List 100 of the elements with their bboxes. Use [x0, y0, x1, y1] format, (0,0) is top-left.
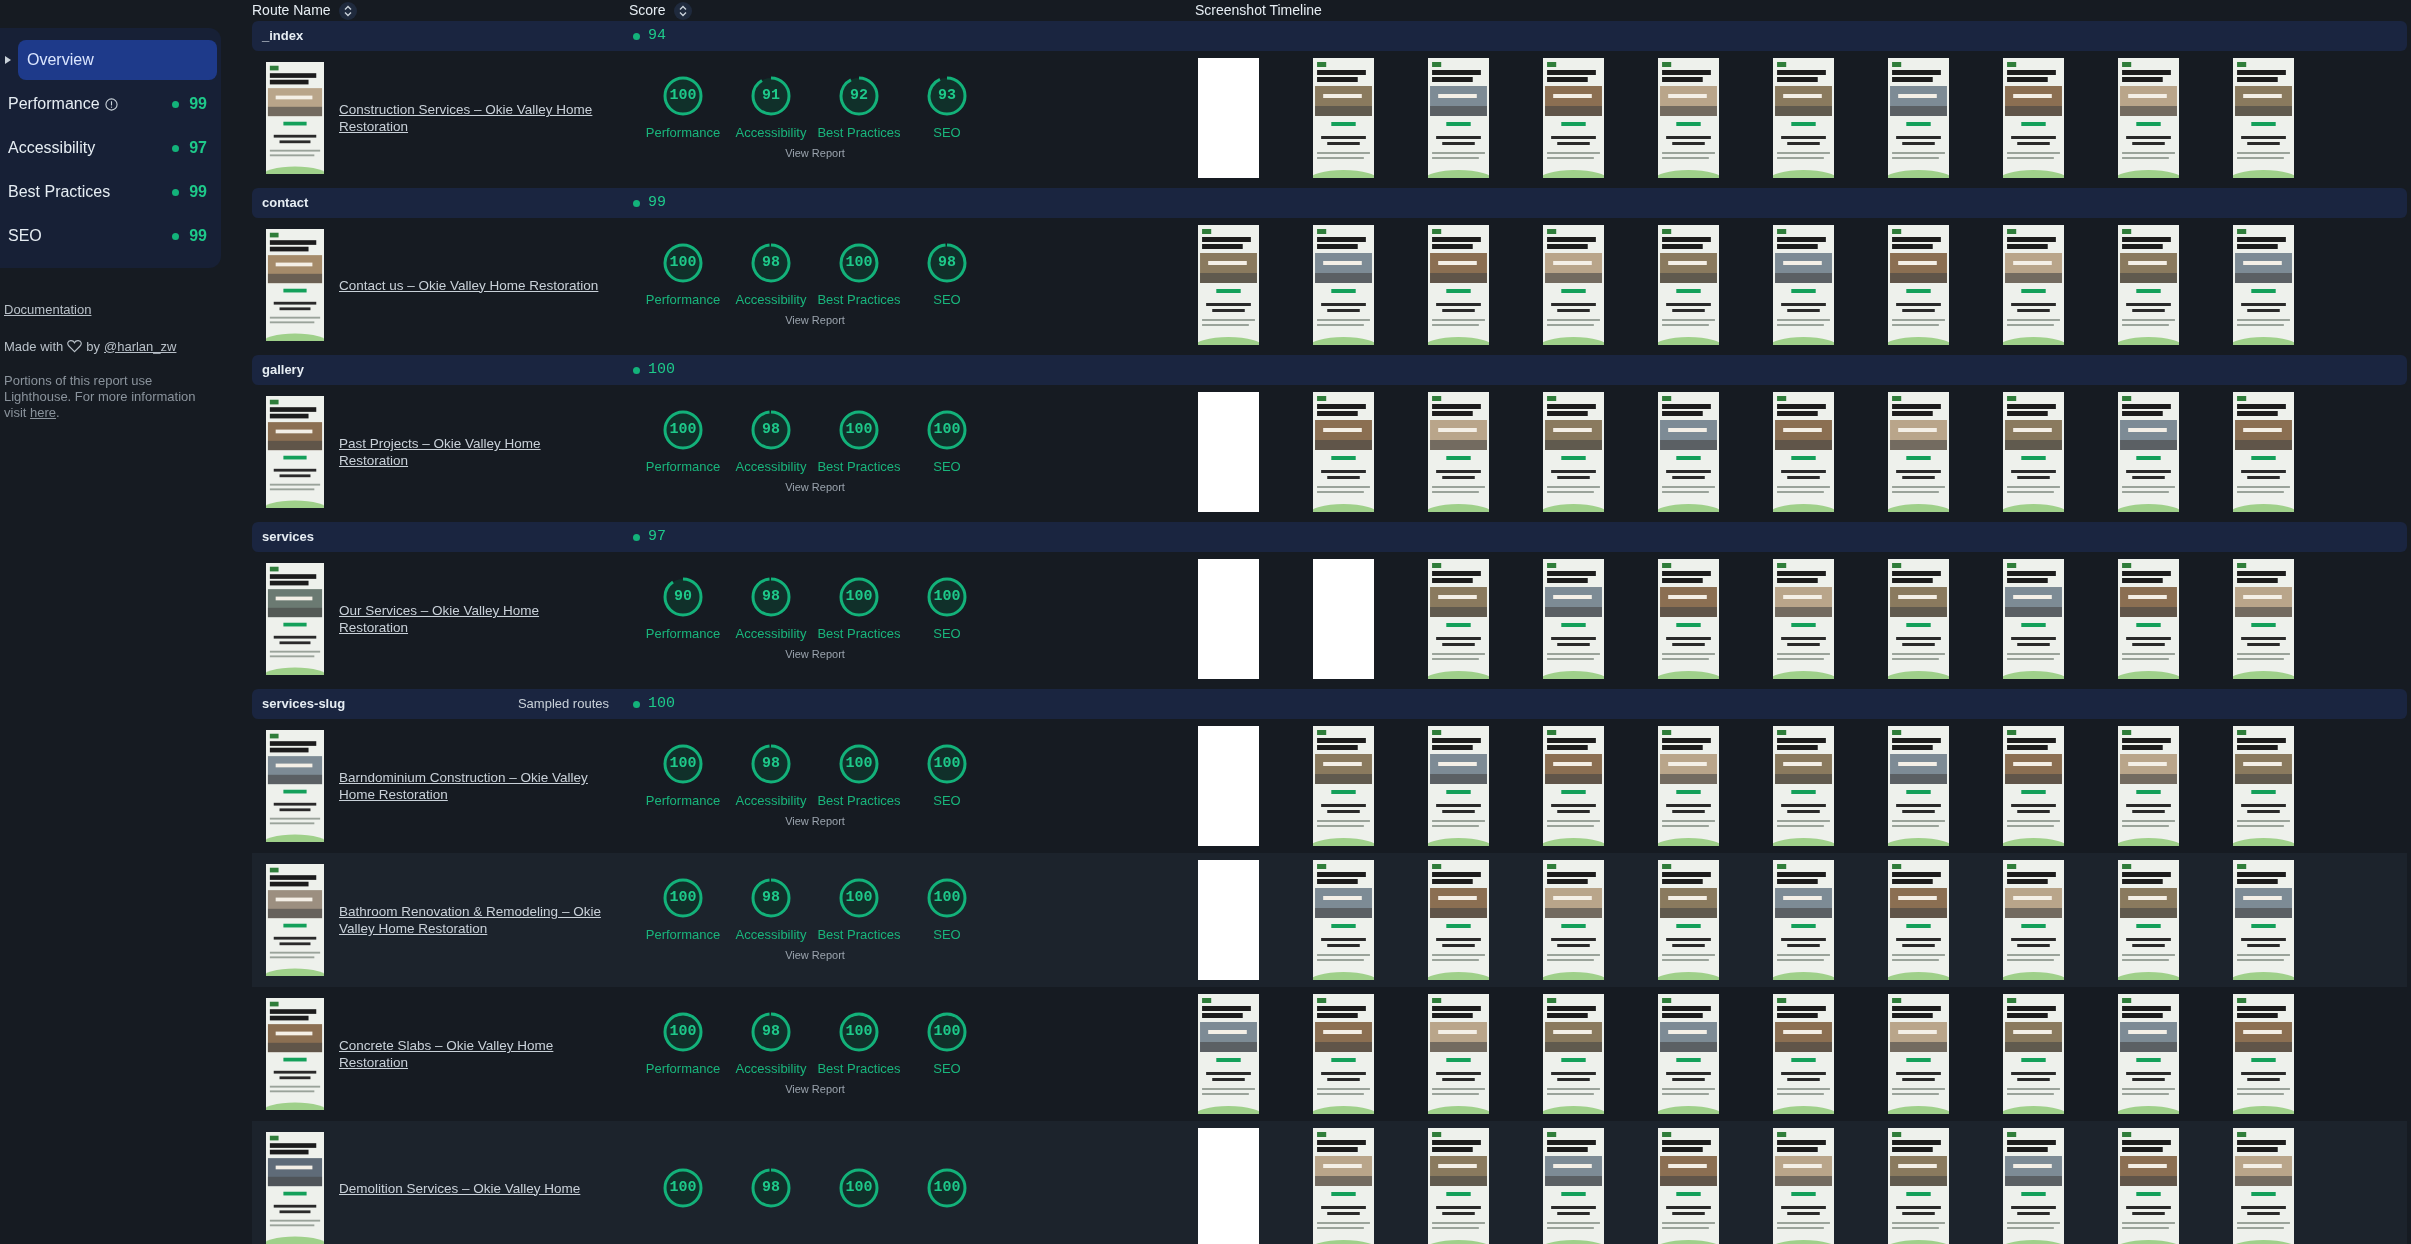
- score-value: 100: [669, 755, 697, 772]
- score-value: 98: [938, 254, 956, 271]
- route-group-name: contact: [262, 194, 309, 213]
- score-value: 100: [669, 889, 697, 906]
- sidebar-item[interactable]: Performance 99: [0, 84, 217, 124]
- score-gauge: [750, 876, 792, 919]
- score-value: 100: [669, 254, 697, 271]
- view-report-link[interactable]: View Report: [639, 145, 991, 162]
- made-with-text: Made with: [4, 337, 64, 356]
- score-gauge: [926, 742, 968, 785]
- score-value: 100: [933, 588, 961, 605]
- score-gauge: [662, 575, 704, 618]
- score-gauge: [662, 241, 704, 284]
- metric-label: SEO: [933, 624, 961, 643]
- view-report-link[interactable]: View Report: [639, 1081, 991, 1098]
- column-header[interactable]: Score: [629, 0, 666, 21]
- score-gauge: [838, 876, 880, 919]
- metric-label: SEO: [933, 925, 961, 944]
- author-link[interactable]: @harlan_zw: [104, 336, 177, 356]
- score-gauge: [838, 241, 880, 284]
- view-report-link[interactable]: View Report: [639, 813, 991, 830]
- metric-label: Performance: [645, 791, 721, 810]
- score-value: 100: [845, 1180, 873, 1196]
- sidebar-item[interactable]: SEO 99: [0, 216, 217, 256]
- metric-label: Performance: [645, 925, 721, 944]
- sort-icon[interactable]: [338, 1, 357, 20]
- score-value: 100: [669, 87, 697, 104]
- score-value: 92: [850, 87, 868, 104]
- category-label: Best Practices: [8, 182, 111, 202]
- view-report-link[interactable]: View Report: [639, 947, 991, 964]
- metric-label: Best Practices: [817, 925, 901, 944]
- metric-label: Performance: [645, 457, 721, 476]
- score-value: 98: [762, 889, 780, 906]
- route-title-link[interactable]: Contact us – Okie Valley Home Restoration: [339, 276, 609, 294]
- score-gauge: [838, 575, 880, 618]
- score-gauge: [838, 74, 880, 117]
- score-gauge: [838, 742, 880, 785]
- metric-label: SEO: [933, 123, 961, 142]
- route-title-link[interactable]: Construction Services – Okie Valley Home Restoration: [339, 101, 609, 135]
- route-title-link[interactable]: Past Projects – Okie Valley Home Restoration: [339, 435, 609, 469]
- score-gauge: [662, 408, 704, 451]
- score-gauge: [750, 742, 792, 785]
- score-gauge: [750, 408, 792, 451]
- score-gauge: [926, 876, 968, 919]
- category-score: 99: [189, 182, 207, 202]
- category-label: SEO: [8, 226, 42, 246]
- metric-label: SEO: [933, 290, 961, 309]
- metric-label: SEO: [933, 457, 961, 476]
- score-gauge: [662, 74, 704, 117]
- score-gauge: [662, 742, 704, 785]
- group-score: 94: [648, 25, 666, 46]
- score-gauge: [750, 1167, 792, 1209]
- route-title-link[interactable]: Our Services – Okie Valley Home Restoration: [339, 602, 609, 636]
- metric-label: Best Practices: [817, 1059, 901, 1078]
- score-value: 100: [845, 421, 873, 438]
- score-gauge: [750, 575, 792, 618]
- score-value: 100: [845, 889, 873, 906]
- score-value: 100: [933, 421, 961, 438]
- metric-label: SEO: [933, 791, 961, 810]
- score-gauge: [662, 1010, 704, 1053]
- score-gauge: [838, 408, 880, 451]
- metric-label: Best Practices: [817, 624, 901, 643]
- sidebar-item[interactable]: Accessibility 97: [0, 128, 217, 168]
- view-report-link[interactable]: View Report: [639, 479, 991, 496]
- column-header[interactable]: Route Name: [252, 0, 331, 21]
- route-group-name: _index: [262, 27, 304, 46]
- category-label: Performance: [8, 94, 100, 114]
- group-score: 100: [648, 359, 675, 380]
- score-gauge: [662, 1167, 704, 1209]
- sort-icon[interactable]: [673, 1, 692, 20]
- column-header[interactable]: Screenshot Timeline: [1195, 0, 1322, 21]
- view-report-link[interactable]: View Report: [639, 646, 991, 663]
- metric-label: Accessibility: [735, 457, 807, 476]
- metric-label: SEO: [933, 1059, 961, 1078]
- here-link[interactable]: here: [30, 405, 57, 420]
- route-title-link[interactable]: Demolition Services – Okie Valley Home: [339, 1179, 609, 1197]
- score-gauge: [662, 876, 704, 919]
- route-title-link[interactable]: Bathroom Renovation & Remodeling – Okie Valley Home Restoration: [339, 903, 609, 937]
- sidebar-item[interactable]: Overview: [18, 40, 217, 80]
- score-gauge: [926, 1167, 968, 1209]
- score-value: 100: [845, 588, 873, 605]
- score-value: 100: [933, 1023, 961, 1040]
- score-value: 100: [845, 1023, 873, 1040]
- score-gauge: [926, 408, 968, 451]
- group-score: 97: [648, 526, 666, 547]
- caret-icon: [5, 56, 11, 64]
- score-value: 100: [845, 254, 873, 271]
- score-gauge: [838, 1010, 880, 1053]
- route-title-link[interactable]: Barndominium Construction – Okie Valley Home Restoration: [339, 769, 609, 803]
- sidebar-item[interactable]: Best Practices 99: [0, 172, 217, 212]
- group-score: 100: [648, 693, 675, 714]
- category-score: 99: [189, 226, 207, 246]
- score-value: 98: [762, 755, 780, 772]
- score-value: 100: [669, 421, 697, 438]
- documentation-link[interactable]: Documentation: [4, 300, 92, 320]
- view-report-link[interactable]: View Report: [639, 312, 991, 329]
- score-value: 98: [762, 1023, 780, 1040]
- route-title-link[interactable]: Concrete Slabs – Okie Valley Home Restoration: [339, 1037, 609, 1071]
- sampled-routes-label: Sampled routes: [517, 695, 609, 714]
- metric-label: Accessibility: [735, 123, 807, 142]
